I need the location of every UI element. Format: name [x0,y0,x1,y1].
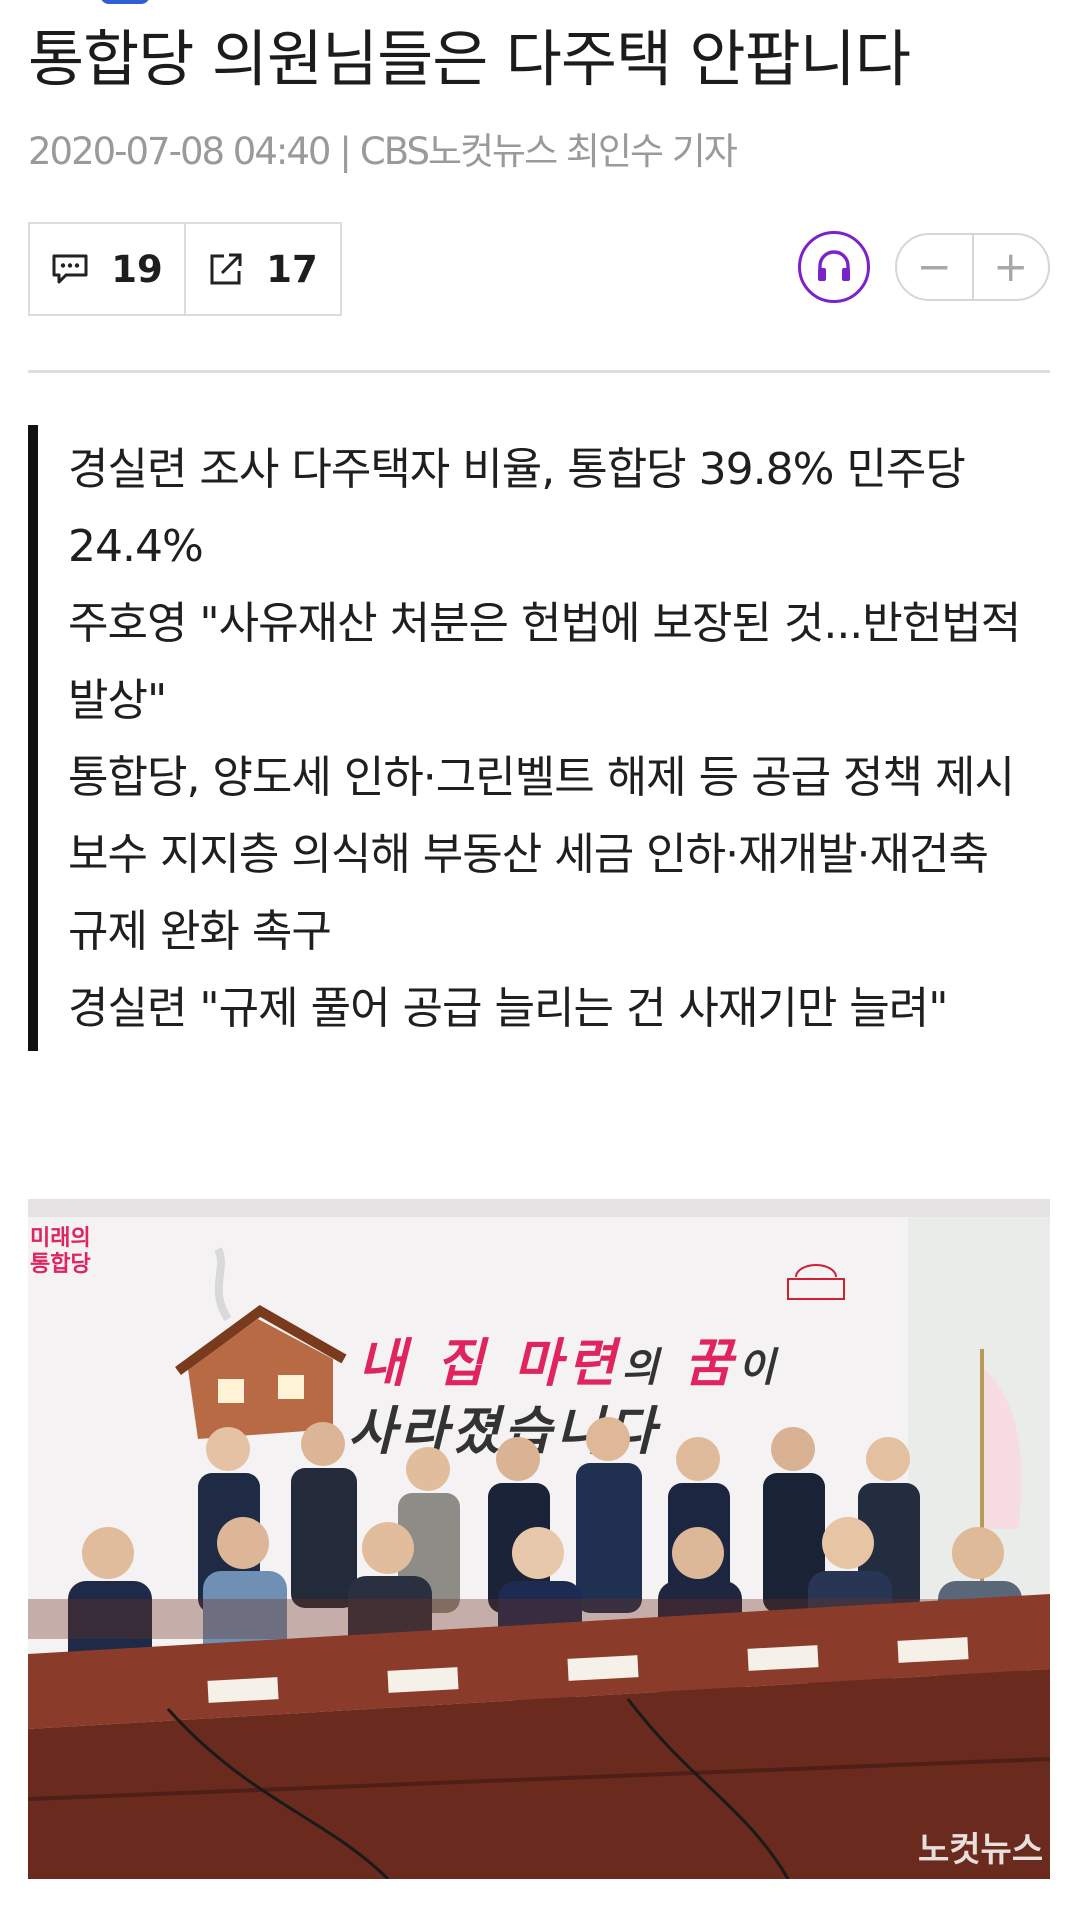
font-increase-button[interactable]: + [971,235,1049,299]
comment-icon [51,253,89,285]
photo-watermark: 노컷뉴스 [918,1830,1043,1870]
article-date: 2020-07-08 04:40 [28,130,331,173]
summary-item: 주호영 "사유재산 처분은 헌법에 보장된 것...반헌법적 발상" [68,598,1021,726]
comment-count: 19 [111,247,163,291]
banner-text: 내 집 마련의 꿈이 [358,1334,781,1394]
summary-item: 통합당, 양도세 인하·그린벨트 해제 등 공급 정책 제시 [68,752,1015,803]
font-decrease-button[interactable]: − [897,235,972,299]
comment-button[interactable]: 19 [30,224,184,314]
article-headline: 통합당 의원님들은 다주택 안팝니다 [28,24,911,95]
summary-item: 보수 지지층 의식해 부동산 세금 인하·재개발·재건축 규제 완화 촉구 [68,829,989,957]
article-counters: 19 17 [28,222,342,316]
article-summary: 경실련 조사 다주택자 비율, 통합당 39.8% 민주당 24.4% 주호영 … [28,425,1050,1051]
listen-button[interactable] [798,231,870,303]
summary-item: 경실련 "규제 풀어 공급 늘리는 건 사재기만 늘려" [68,983,949,1034]
meta-separator: | [339,130,352,173]
section-divider [28,370,1050,373]
article-byline: CBS노컷뉴스 최인수 기자 [359,130,738,173]
summary-item: 경실련 조사 다주택자 비율, 통합당 39.8% 민주당 24.4% [68,444,966,572]
article-photo[interactable]: 미래의 통합당 내 집 마련의 꿈이 사라졌습니다 노컷뉴스 [28,1199,1050,1879]
section-tab-indicator[interactable] [100,0,150,4]
share-button[interactable]: 17 [184,224,340,314]
headphones-icon [814,246,854,288]
share-count: 17 [266,247,318,291]
party-logo-text: 미래의 [30,1226,91,1251]
article-meta: 2020-07-08 04:40 | CBS노컷뉴스 최인수 기자 [28,124,738,180]
share-icon [208,251,244,287]
party-logo-text: 통합당 [30,1251,91,1277]
font-size-control: − + [895,233,1050,301]
